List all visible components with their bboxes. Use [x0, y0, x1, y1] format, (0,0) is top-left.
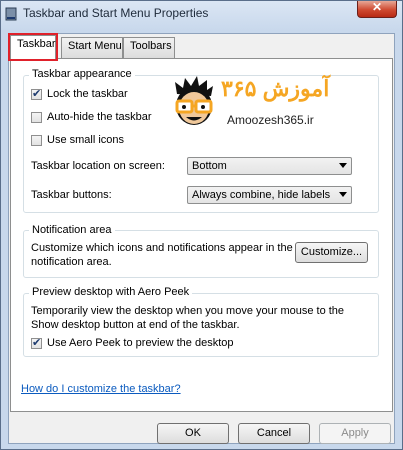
watermark-site: Amoozesh365.ir	[227, 113, 314, 127]
properties-window: Taskbar and Start Menu Properties ✕ Task…	[0, 0, 403, 450]
window-title: Taskbar and Start Menu Properties	[23, 6, 209, 20]
close-icon: ✕	[371, 0, 383, 14]
notification-description-line1: Customize which icons and notifications …	[31, 242, 293, 254]
chevron-down-icon	[339, 192, 347, 197]
chevron-down-icon	[339, 163, 347, 168]
cancel-button[interactable]: Cancel	[238, 423, 310, 444]
checkbox-box[interactable]	[31, 135, 42, 146]
aero-peek-description-line2: Show desktop button at end of the taskba…	[31, 319, 240, 331]
taskbar-appearance-title: Taskbar appearance	[29, 68, 135, 80]
aero-peek-description-line1: Temporarily view the desktop when you mo…	[31, 305, 345, 317]
close-button[interactable]: ✕	[357, 0, 397, 18]
apply-button[interactable]: Apply	[319, 423, 391, 444]
ok-button[interactable]: OK	[157, 423, 229, 444]
notification-description-line2: notification area.	[31, 256, 112, 268]
title-bar[interactable]: Taskbar and Start Menu Properties ✕	[1, 0, 402, 27]
check-icon: ✔	[32, 337, 42, 349]
taskbar-app-icon	[5, 7, 17, 21]
amoozesh365-watermark-logo: آموزش ۳۶۵ Amoozesh365.ir	[169, 76, 381, 132]
checkbox-box[interactable]: ✔	[31, 337, 42, 349]
watermark-persian-text: آموزش ۳۶۵	[221, 76, 330, 101]
cartoon-face-icon	[175, 76, 213, 125]
help-link[interactable]: How do I customize the taskbar?	[21, 383, 181, 395]
aero-peek-title: Preview desktop with Aero Peek	[29, 286, 193, 298]
checkbox-box[interactable]	[31, 112, 42, 123]
taskbar-location-label: Taskbar location on screen:	[31, 160, 165, 172]
checkbox-box[interactable]: ✔	[31, 88, 42, 100]
tab-highlight-annotation	[8, 33, 58, 61]
tab-start-menu[interactable]: Start Menu	[61, 37, 123, 58]
taskbar-buttons-label: Taskbar buttons:	[31, 189, 112, 201]
check-icon: ✔	[32, 88, 42, 100]
notification-area-title: Notification area	[29, 224, 115, 236]
taskbar-location-select[interactable]: Bottom	[187, 157, 352, 175]
customize-button[interactable]: Customize...	[295, 242, 368, 263]
tab-toolbars[interactable]: Toolbars	[123, 37, 175, 58]
taskbar-buttons-select[interactable]: Always combine, hide labels	[187, 186, 352, 204]
